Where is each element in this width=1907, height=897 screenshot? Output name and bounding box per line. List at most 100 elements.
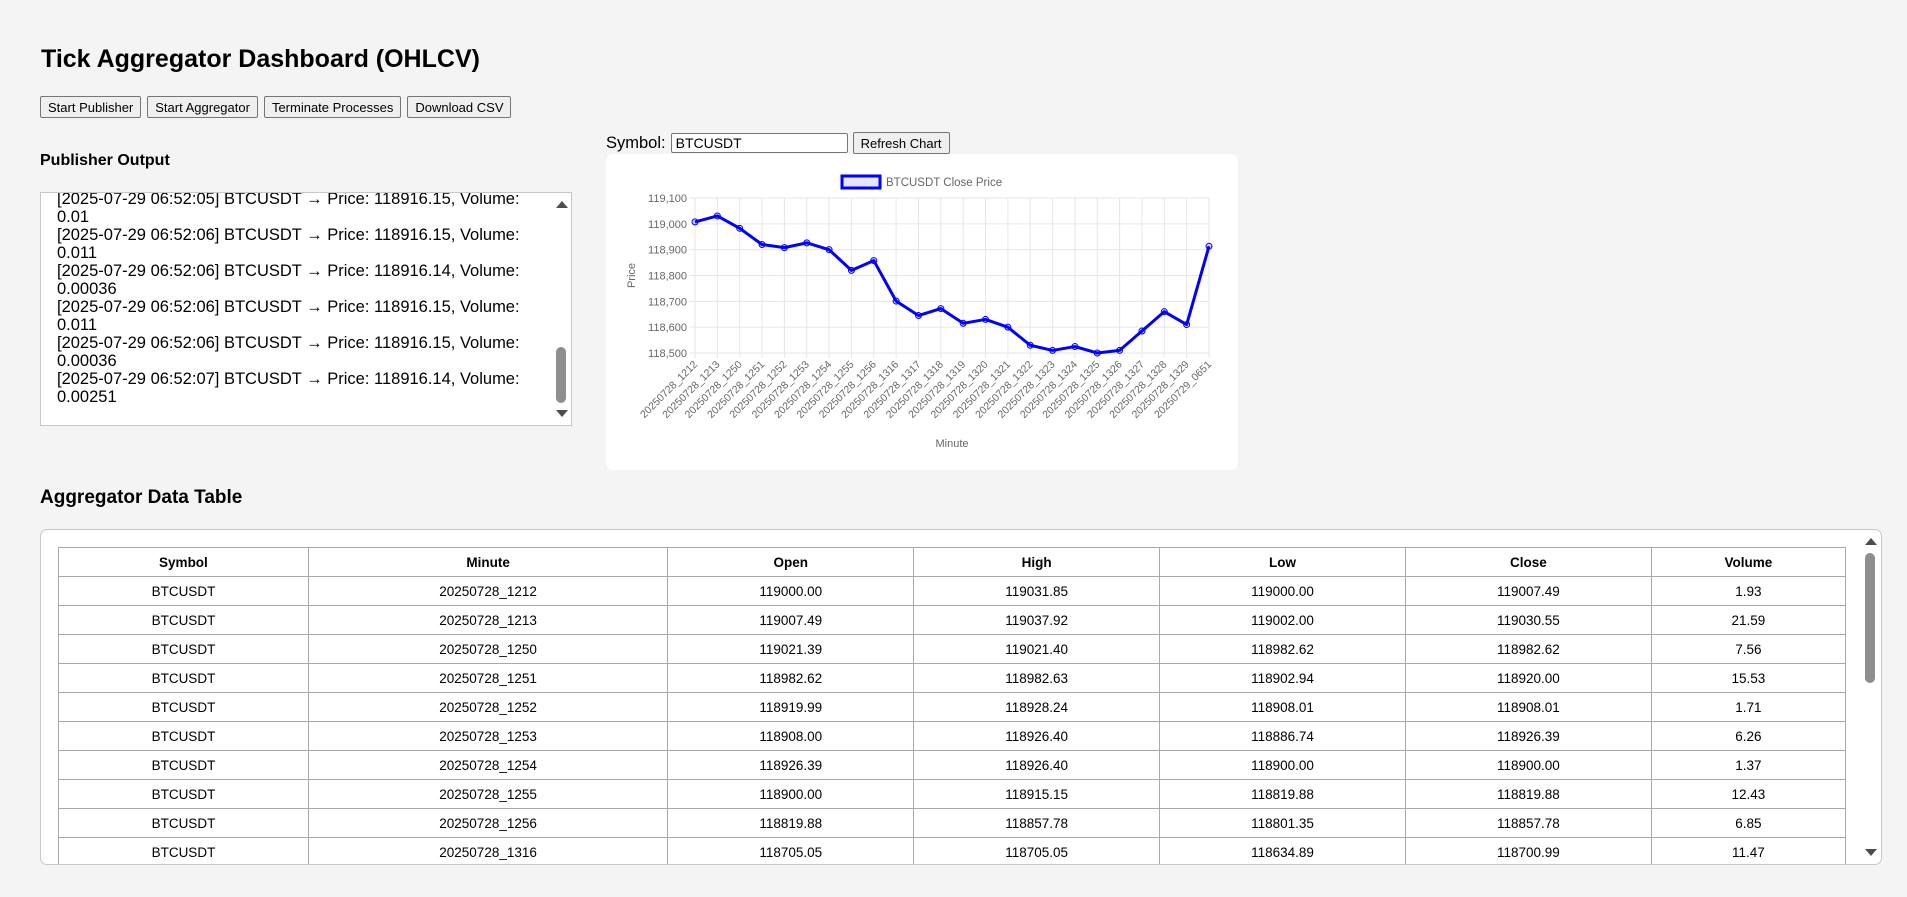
table-cell: 118908.00 [667,721,915,751]
page-title: Tick Aggregator Dashboard (OHLCV) [41,45,480,73]
data-point [937,305,945,313]
log-line: [2025-07-29 06:52:06] BTCUSDT → Price: 1… [57,334,520,370]
table-row: BTCUSDT 20250728_1252 118919.99 118928.24 11… [58,692,1847,722]
data-point [780,244,788,252]
scroll-up-arrow-icon[interactable] [1865,538,1877,545]
table-cell: 118926.40 [913,750,1161,780]
aggregator-table: Symbol Minute Open High Low Close Volume BTCUS… [58,547,1847,864]
table-cell: 118886.74 [1159,721,1406,751]
scroll-thumb[interactable] [556,347,566,403]
control-buttons: Start Publisher Start Aggregator Termina… [40,96,512,118]
y-tick-label: 118,900 [648,245,687,257]
x-axis-title: Minute [935,438,968,450]
table-cell: 20250728_1250 [307,634,669,664]
table-cell: 119031.85 [913,576,1161,606]
table-cell: 20250728_1256 [307,808,669,838]
publisher-output-log[interactable]: [2025-07-29 06:52:05] BTCUSDT → Price: 1… [40,192,572,426]
table-row: BTCUSDT 20250728_1316 118705.05 118705.05 11… [58,837,1847,864]
table-cell: 118900.00 [1159,750,1406,780]
table-cell: BTCUSDT [58,837,309,864]
table-cell: 118634.89 [1159,837,1406,864]
y-tick-label: 118,500 [648,348,687,360]
download-csv-button[interactable]: Download CSV [407,96,512,118]
scroll-up-arrow-icon[interactable] [556,201,568,208]
table-cell: 118900.00 [667,779,915,809]
y-tick-label: 118,700 [648,296,687,308]
table-cell: 118982.62 [667,663,915,693]
terminate-processes-button[interactable]: Terminate Processes [263,96,402,118]
data-point [736,224,744,232]
aggregator-heading: Aggregator Data Table [40,487,243,508]
table-cell: 20250728_1212 [307,576,669,606]
column-header[interactable]: Volume [1650,547,1847,577]
table-cell: 118926.39 [1404,721,1652,751]
data-point [959,319,967,327]
table-cell: 1.71 [1650,692,1847,722]
table-row: BTCUSDT 20250728_1251 118982.62 118982.63 11… [58,663,1847,693]
data-point [1116,346,1124,354]
table-cell: 118908.01 [1404,692,1652,722]
legend-swatch [840,174,882,190]
column-header[interactable]: Close [1404,547,1652,577]
publisher-output-heading: Publisher Output [40,152,170,169]
chart-card: 119,100 119,000 118,900 118,800 118,700 118,6… [606,154,1238,470]
symbol-controls: Symbol: Refresh Chart [606,132,950,154]
data-point [1004,323,1012,331]
symbol-input[interactable] [670,133,848,153]
table-cell: 119037.92 [913,605,1161,635]
table-cell: 119000.00 [1159,576,1406,606]
data-point [713,212,721,220]
table-cell: 1.93 [1650,576,1847,606]
table-cell: 118705.05 [667,837,915,864]
y-tick-label: 119,000 [648,219,687,231]
refresh-chart-button[interactable]: Refresh Chart [852,132,950,154]
data-point [803,239,811,247]
data-point [870,257,878,265]
table-cell: 119000.00 [667,576,915,606]
column-header[interactable]: Minute [307,547,669,577]
scroll-down-arrow-icon[interactable] [1865,849,1877,856]
column-header[interactable]: Open [667,547,915,577]
table-cell: 119007.49 [667,605,915,635]
data-point [1093,349,1101,357]
start-publisher-button[interactable]: Start Publisher [40,96,142,118]
table-cell: 6.85 [1650,808,1847,838]
y-axis-title: Price [626,263,638,288]
column-header[interactable]: High [913,547,1161,577]
publisher-lines: [2025-07-29 06:52:05] BTCUSDT → Price: 1… [57,193,552,406]
table-scrollbar[interactable] [1861,530,1878,864]
table-cell: BTCUSDT [58,663,309,693]
legend-label: BTCUSDT Close Price [886,177,1002,189]
publisher-scrollbar[interactable] [552,193,569,425]
data-point [825,246,833,254]
scroll-thumb[interactable] [1865,553,1875,683]
table-cell: 118982.62 [1159,634,1406,664]
scroll-down-arrow-icon[interactable] [556,410,568,417]
table-cell: 20250728_1252 [307,692,669,722]
table-cell: 118705.05 [913,837,1161,864]
table-cell: 20250728_1255 [307,779,669,809]
y-tick-label: 119,100 [648,193,687,205]
column-header[interactable]: Low [1159,547,1406,577]
table-cell: BTCUSDT [58,750,309,780]
table-cell: 119002.00 [1159,605,1406,635]
data-point [1183,321,1191,329]
column-header[interactable]: Symbol [58,547,309,577]
start-aggregator-button[interactable]: Start Aggregator [147,96,258,118]
table-cell: 20250728_1253 [307,721,669,751]
data-point [892,297,900,305]
table-row: BTCUSDT 20250728_1250 119021.39 119021.40 11… [58,634,1847,664]
table-row: BTCUSDT 20250728_1213 119007.49 119037.92 11… [58,605,1847,635]
table-cell: 12.43 [1650,779,1847,809]
table-cell: 118920.00 [1404,663,1652,693]
aggregator-table-container[interactable]: Symbol Minute Open High Low Close Volume BTCUS… [40,529,1882,865]
table-cell: BTCUSDT [58,779,309,809]
table-cell: 119007.49 [1404,576,1652,606]
table-cell: 118982.62 [1404,634,1652,664]
table-cell: 6.26 [1650,721,1847,751]
table-cell: BTCUSDT [58,576,309,606]
data-point [1026,341,1034,349]
table-cell: 118928.24 [913,692,1161,722]
table-cell: 118819.88 [667,808,915,838]
data-point [1049,346,1057,354]
